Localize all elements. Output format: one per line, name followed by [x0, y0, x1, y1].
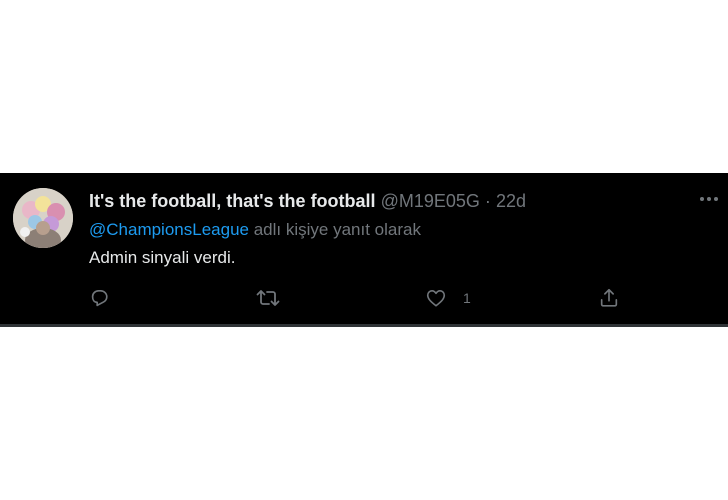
tweet-divider — [0, 324, 728, 327]
retweet-button[interactable] — [256, 285, 280, 311]
display-name[interactable]: It's the football, that's the football — [89, 191, 376, 211]
reply-icon — [91, 290, 108, 307]
share-button[interactable] — [598, 285, 620, 311]
reply-context: @ChampionsLeague adlı kişiye yanıt olara… — [89, 219, 421, 241]
tweet-card[interactable]: It's the football, that's the football @… — [0, 173, 728, 324]
avatar[interactable] — [13, 188, 73, 248]
more-icon — [700, 197, 718, 201]
like-count: 1 — [463, 290, 471, 306]
more-options-button[interactable] — [698, 188, 720, 210]
like-button[interactable]: 1 — [425, 285, 471, 311]
reply-context-text: adlı kişiye yanıt olarak — [253, 220, 421, 239]
reply-button[interactable] — [88, 285, 110, 311]
avatar-image — [13, 188, 73, 248]
reply-mention-link[interactable]: @ChampionsLeague — [89, 220, 249, 239]
separator-dot: · — [484, 191, 491, 211]
retweet-icon — [256, 290, 280, 306]
heart-icon — [426, 290, 446, 307]
share-icon — [600, 288, 618, 307]
user-handle[interactable]: @M19E05G — [381, 191, 480, 211]
tweet-text: Admin sinyali verdi. — [89, 248, 236, 267]
tweet-header: It's the football, that's the football @… — [89, 190, 526, 212]
timestamp[interactable]: 22d — [496, 191, 526, 211]
page: It's the football, that's the football @… — [0, 0, 728, 500]
